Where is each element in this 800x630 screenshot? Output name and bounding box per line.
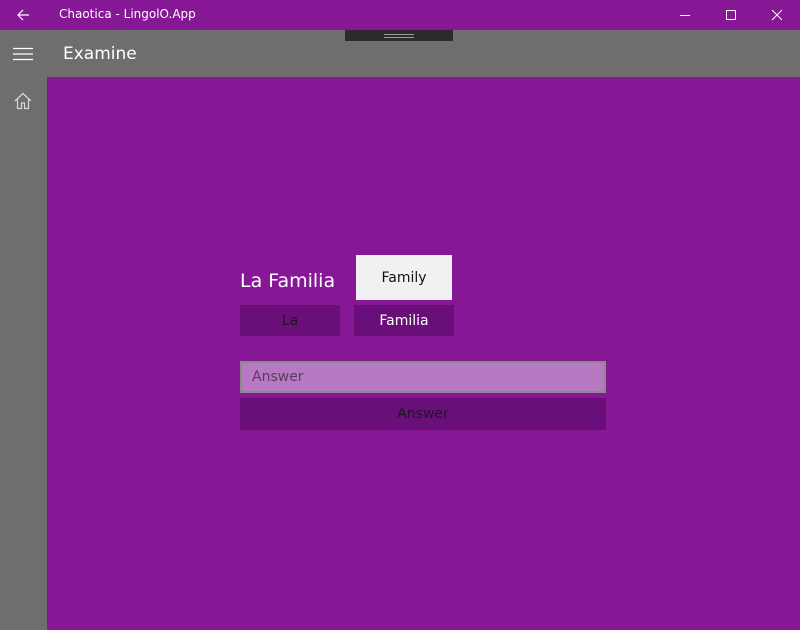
maximize-icon <box>725 9 737 21</box>
window-title: Chaotica - LingolO.App <box>59 7 196 21</box>
answer-button-label: Answer <box>397 406 449 422</box>
close-icon <box>771 9 783 21</box>
word-label: La <box>281 312 299 329</box>
minimize-icon <box>679 9 691 21</box>
answer-submit-button[interactable]: Answer <box>240 398 606 430</box>
phrase-label: La Familia <box>240 270 336 292</box>
app-window: Chaotica - LingolO.App Examine La Famili… <box>0 0 800 630</box>
title-bar[interactable]: Chaotica - LingolO.App <box>0 0 800 30</box>
nav-home-button[interactable] <box>0 85 46 117</box>
translation-text: Family <box>381 269 427 286</box>
header-bar: Examine <box>0 30 800 77</box>
page-title: Examine <box>63 44 137 64</box>
nav-rail <box>0 77 47 630</box>
home-icon <box>13 91 33 111</box>
answer-input[interactable] <box>240 361 606 393</box>
translation-card[interactable]: Family <box>356 255 452 300</box>
word-button-familia[interactable]: Familia <box>354 305 454 336</box>
hamburger-icon <box>13 47 33 61</box>
word-button-la[interactable]: La <box>240 305 340 336</box>
close-button[interactable] <box>754 0 800 30</box>
word-label: Familia <box>379 312 429 329</box>
menu-button[interactable] <box>0 30 46 77</box>
minimize-button[interactable] <box>662 0 708 30</box>
maximize-button[interactable] <box>708 0 754 30</box>
back-button[interactable] <box>0 0 46 30</box>
drag-handle[interactable] <box>345 30 453 41</box>
arrow-left-icon <box>16 8 30 22</box>
